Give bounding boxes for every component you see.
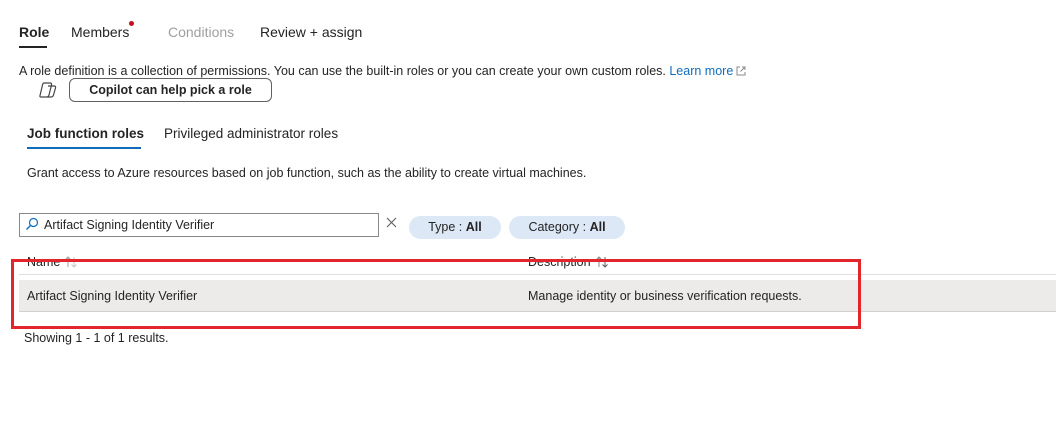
- type-filter-value: All: [465, 220, 482, 234]
- category-filter-value: All: [589, 220, 606, 234]
- tab-role[interactable]: Role: [19, 24, 49, 40]
- table-row[interactable]: Artifact Signing Identity Verifier Manag…: [19, 280, 1056, 311]
- close-icon[interactable]: [386, 217, 397, 228]
- sort-icon: [65, 256, 78, 268]
- type-filter-label: Type :: [428, 220, 466, 234]
- external-link-icon: [736, 66, 746, 76]
- subtab-privileged-admin-roles[interactable]: Privileged administrator roles: [164, 126, 338, 141]
- results-count: Showing 1 - 1 of 1 results.: [24, 331, 169, 345]
- category-filter-label: Category :: [528, 220, 590, 234]
- search-icon: [26, 217, 39, 230]
- tab-members[interactable]: Members: [71, 24, 129, 40]
- tab-conditions: Conditions: [168, 24, 235, 40]
- intro-text: A role definition is a collection of per…: [19, 64, 670, 78]
- row-name-cell: Artifact Signing Identity Verifier: [27, 289, 198, 303]
- active-subtab-indicator: [27, 147, 141, 149]
- sort-icon: [595, 256, 608, 268]
- table-header-divider: [19, 274, 1056, 275]
- column-name-label: Name: [27, 255, 61, 269]
- search-input[interactable]: [44, 215, 364, 235]
- type-filter-pill[interactable]: Type : All: [409, 216, 501, 239]
- copilot-help-button[interactable]: Copilot can help pick a role: [69, 78, 272, 102]
- row-divider: [19, 311, 1056, 312]
- column-header-description[interactable]: Description: [528, 255, 609, 269]
- subtab-job-function-roles[interactable]: Job function roles: [27, 126, 144, 141]
- column-header-name[interactable]: Name: [27, 255, 78, 269]
- category-filter-pill[interactable]: Category : All: [509, 216, 625, 239]
- tab-review-assign[interactable]: Review + assign: [260, 24, 362, 40]
- learn-more-link[interactable]: Learn more: [669, 64, 733, 78]
- notification-dot: [129, 21, 134, 26]
- job-function-description: Grant access to Azure resources based on…: [27, 166, 587, 180]
- copilot-icon: [39, 82, 57, 98]
- role-definition-intro: A role definition is a collection of per…: [19, 64, 746, 78]
- row-description-cell: Manage identity or business verification…: [528, 289, 802, 303]
- column-description-label: Description: [528, 255, 591, 269]
- active-tab-indicator: [19, 46, 47, 48]
- search-box[interactable]: [19, 213, 379, 237]
